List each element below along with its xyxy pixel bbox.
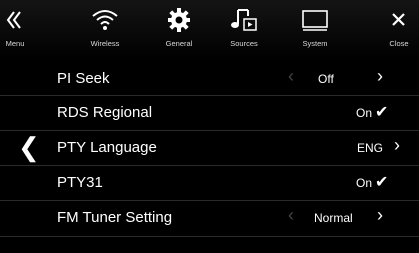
tab-general[interactable]: General <box>149 0 209 60</box>
menu-button[interactable]: Menu <box>0 0 30 60</box>
back-button[interactable]: ❮ <box>18 132 40 163</box>
chevron-left-icon: ❮ <box>18 132 40 162</box>
tab-system[interactable]: System <box>285 0 345 60</box>
setting-row-pty31[interactable]: PTY31 On ✔ <box>38 167 419 199</box>
close-button[interactable]: Close <box>379 0 419 60</box>
chevron-right-icon[interactable]: › <box>377 66 383 87</box>
setting-row-pi-seek[interactable]: PI Seek ‹ Off › <box>38 63 419 95</box>
checkmark-icon: ✔ <box>375 174 389 191</box>
tab-sources[interactable]: Sources <box>214 0 274 60</box>
setting-value: Off <box>318 72 334 86</box>
close-label: Close <box>389 39 409 48</box>
close-icon <box>379 6 419 34</box>
divider <box>0 200 419 201</box>
top-toolbar: Menu Wireless General Sources System Clo… <box>0 0 419 60</box>
menu-label: Menu <box>5 39 25 48</box>
setting-row-rds-regional[interactable]: RDS Regional On ✔ <box>38 97 419 129</box>
setting-row-pty-language[interactable]: PTY Language ENG › <box>38 132 419 164</box>
setting-value: Normal <box>314 211 353 225</box>
divider <box>0 236 419 237</box>
wireless-label: Wireless <box>90 39 120 48</box>
setting-name: PI Seek <box>57 70 110 87</box>
setting-value: On <box>356 176 373 190</box>
setting-name: PTY Language <box>57 139 157 156</box>
chevron-left-icon[interactable]: ‹ <box>288 66 294 87</box>
divider <box>0 130 419 131</box>
setting-name: PTY31 <box>57 174 103 191</box>
checkmark-icon: ✔ <box>375 104 389 121</box>
sources-label: Sources <box>230 39 258 48</box>
setting-value: On <box>356 106 373 120</box>
setting-name: RDS Regional <box>57 104 153 121</box>
system-label: System <box>302 39 328 48</box>
setting-name: FM Tuner Setting <box>57 209 173 226</box>
wifi-icon <box>75 6 135 34</box>
setting-value: ENG <box>357 141 384 155</box>
monitor-icon <box>285 6 345 34</box>
divider <box>0 95 419 96</box>
tab-wireless[interactable]: Wireless <box>75 0 135 60</box>
setting-row-fm-tuner-setting[interactable]: FM Tuner Setting ‹ Normal › <box>38 202 419 234</box>
chevron-left-icon[interactable]: ‹ <box>288 205 294 226</box>
chevron-right-icon: › <box>394 135 400 155</box>
double-chevron-left-icon <box>0 6 30 34</box>
divider <box>0 165 419 166</box>
chevron-right-icon[interactable]: › <box>377 205 383 226</box>
gear-icon <box>149 6 209 34</box>
general-label: General <box>165 39 193 48</box>
music-note-icon <box>214 6 274 34</box>
